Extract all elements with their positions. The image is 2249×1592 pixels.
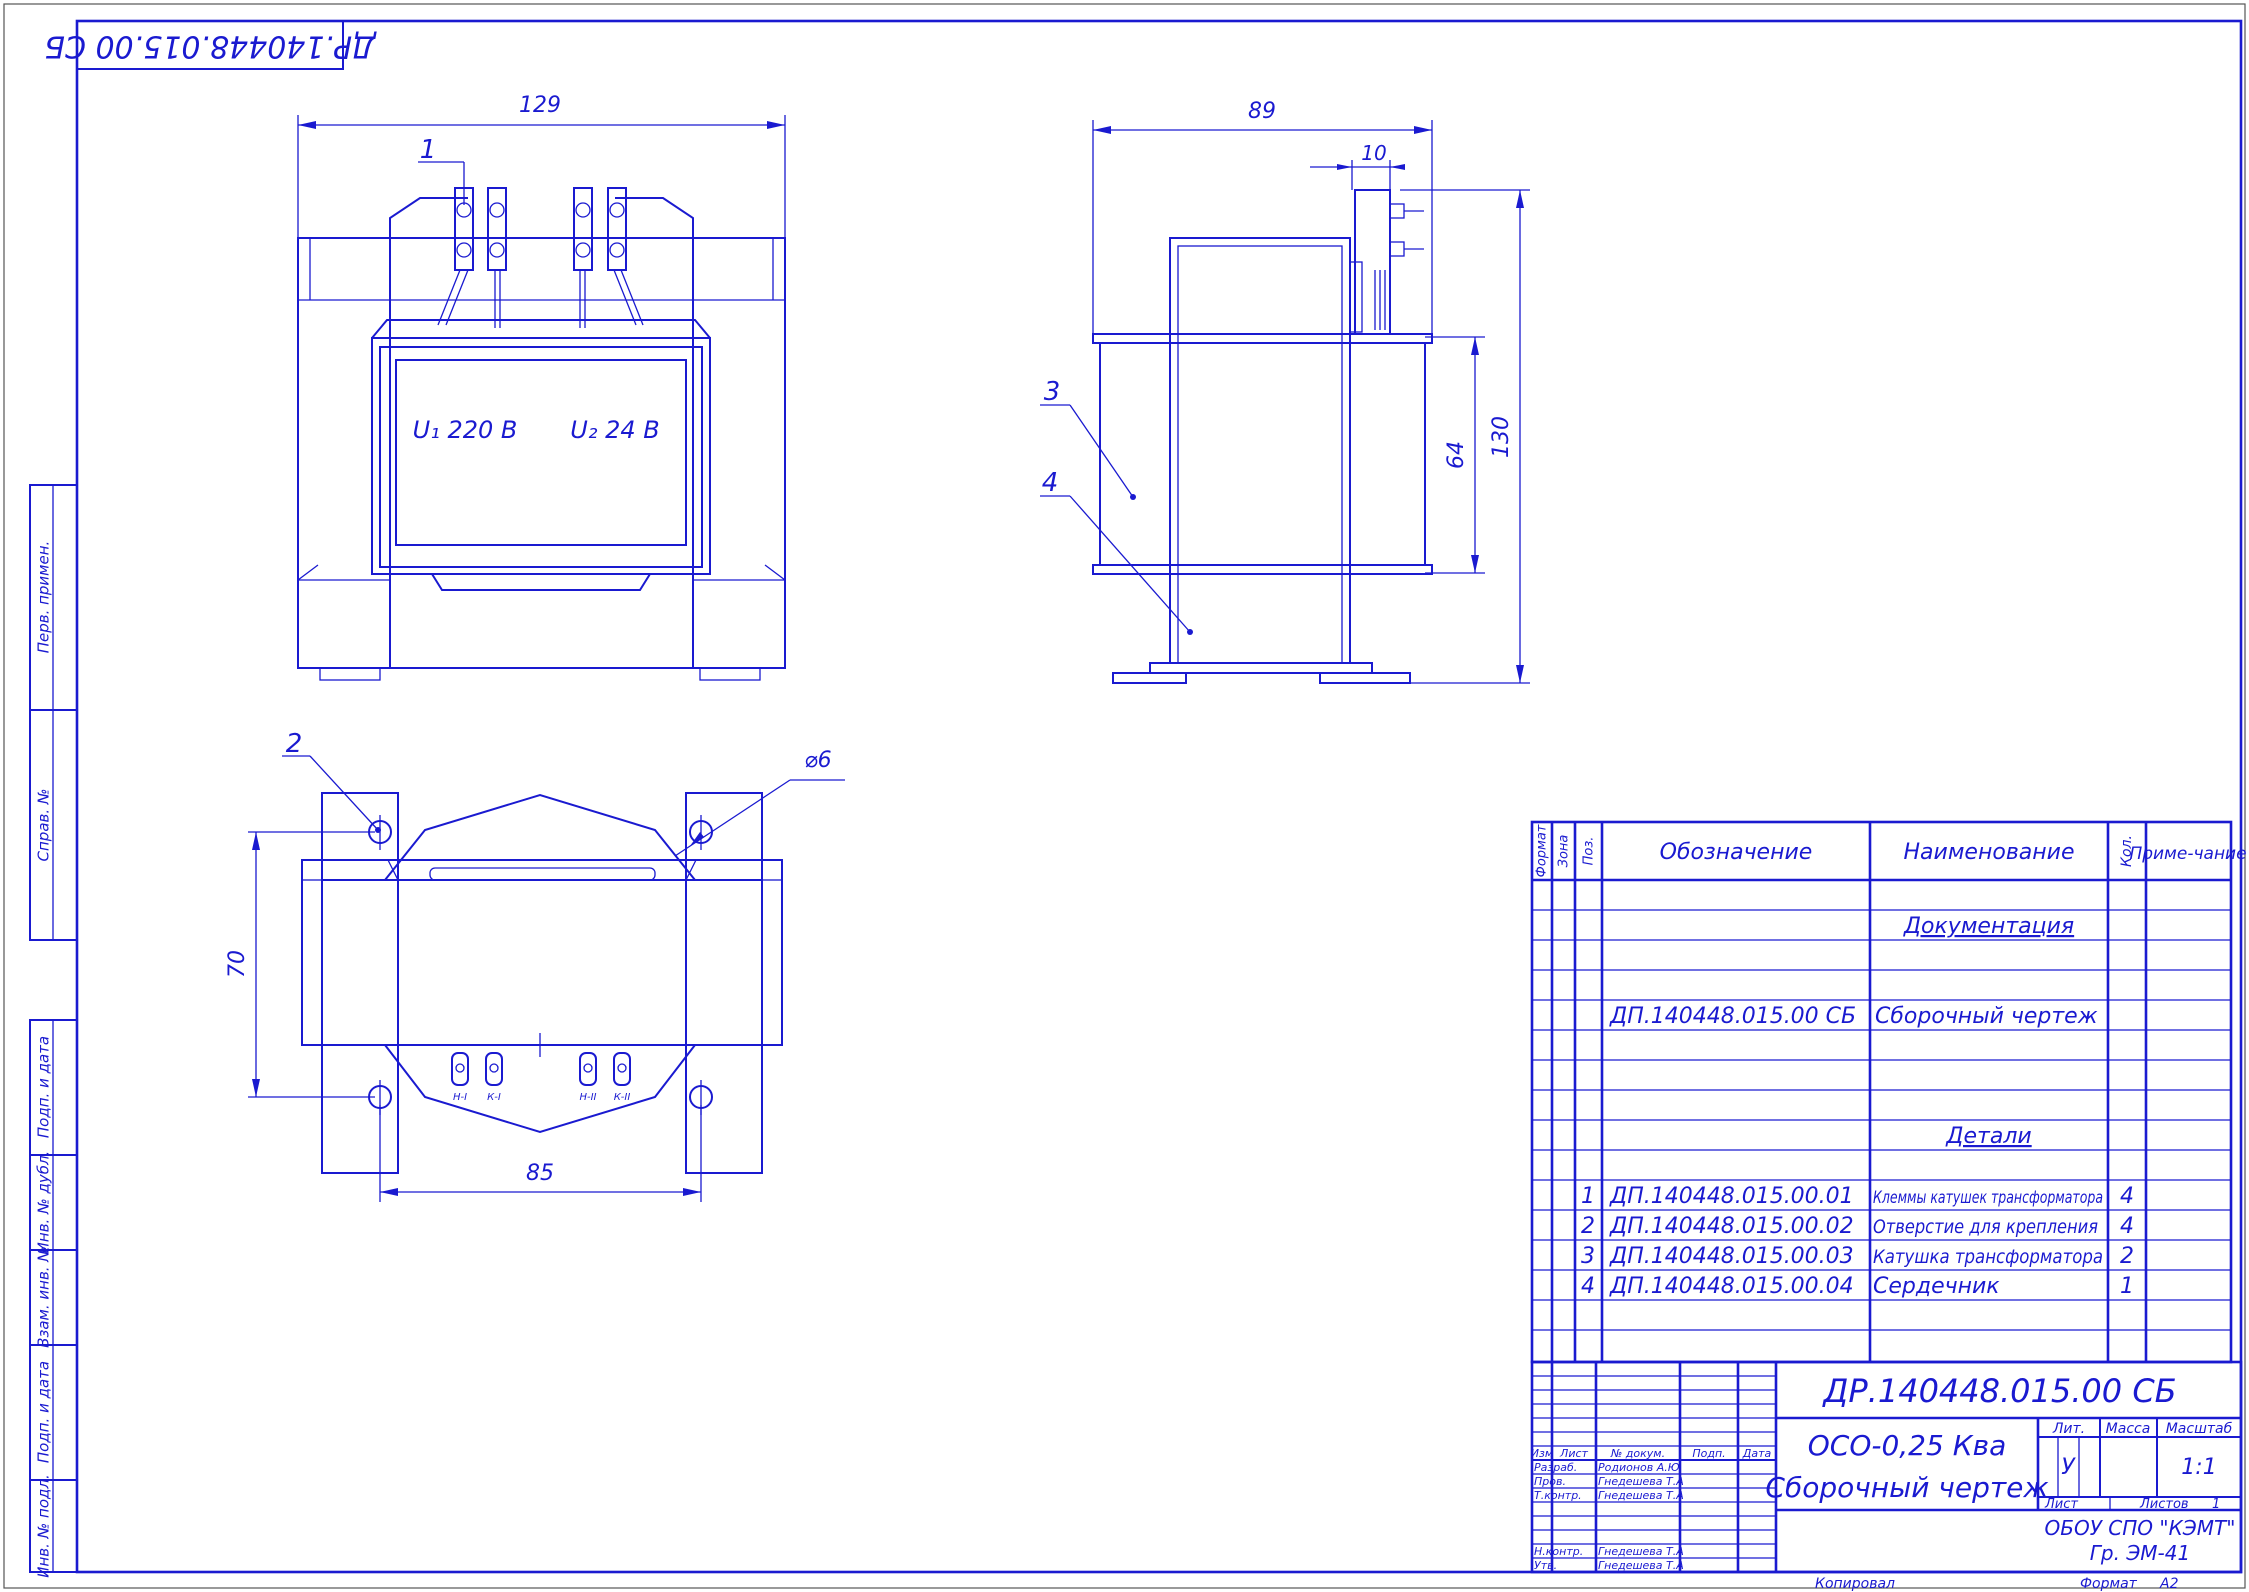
tb-product-line2: Сборочный чертеж: [1765, 1471, 2048, 1504]
tb-role: Пров.: [1534, 1475, 1566, 1488]
tb-org-line1: ОБОУ СПО "КЭМТ": [2045, 1516, 2236, 1540]
tb-person: Гнедешева Т.А: [1598, 1489, 1684, 1502]
title-block: Изм Лист № докум. Подп. Дата Разраб. Род…: [1530, 1360, 2243, 1574]
side-coil-dim: 64: [1444, 441, 1469, 469]
spec-row-name: Сердечник: [1873, 1274, 2000, 1299]
sheet-trim: [3, 3, 2246, 1589]
spec-row-qty: 1: [2120, 1274, 2134, 1299]
front-u2-label: U₂ 24 В: [570, 416, 659, 444]
tb-mass-label: Масса: [2106, 1421, 2151, 1437]
spec-row-qty: 2: [2120, 1244, 2134, 1269]
tb-person: Гнедешева Т.А: [1598, 1475, 1684, 1488]
top-hole-spacing-x: 85: [526, 1161, 554, 1186]
tb-col-data: Дата: [1742, 1447, 1772, 1460]
left-strip: Перв. примен. Справ. № Подп. и дата Инв.…: [29, 484, 78, 1578]
front-u1-label: U₁ 220 В: [413, 416, 518, 444]
spec-header-format: Формат: [1535, 824, 1550, 877]
spec-row-pos: 2: [1581, 1214, 1595, 1239]
callout-1: 1: [420, 135, 437, 165]
spec-row-qty: 4: [2120, 1184, 2134, 1209]
spec-detail-row: 1 ДП.140448.015.00.01 Клеммы катушек тра…: [1581, 1184, 2134, 1209]
strip-label-podp2: Подп. и дата: [35, 1361, 53, 1463]
strip-label-perv: Перв. примен.: [35, 541, 53, 654]
front-view: 129 U₁ 220 В U₂ 24 В 1: [297, 93, 786, 681]
tb-sheet-label: Лист: [2044, 1497, 2078, 1512]
tb-lit-label: Лит.: [2052, 1421, 2085, 1437]
strip-label-sprav: Справ. №: [35, 789, 53, 862]
tb-person: Родионов А.Ю: [1598, 1461, 1680, 1474]
tb-role: Утв.: [1534, 1559, 1557, 1572]
spec-row-designation: ДП.140448.015.00.03: [1609, 1244, 1854, 1269]
side-view: 89 10 130 64 3 4: [1040, 99, 1530, 684]
tb-sheets-label: Листов: [2139, 1497, 2189, 1512]
spec-doc-name: Сборочный чертеж: [1875, 1004, 2098, 1029]
spec-row-qty: 4: [2120, 1214, 2134, 1239]
terminal-label-k1: К-I: [487, 1092, 501, 1103]
spec-header-zone: Зона: [1557, 835, 1572, 868]
top-hole-spacing-y: 70: [225, 950, 250, 978]
spec-doc-designation: ДП.140448.015.00 СБ: [1609, 1004, 1856, 1029]
drawing-frame: [75, 19, 2243, 1574]
front-width-dim: 129: [519, 93, 561, 118]
tb-col-list: Лист: [1559, 1447, 1588, 1460]
callout-2: 2: [286, 729, 303, 759]
side-height-dim: 130: [1489, 416, 1514, 458]
spec-row-name: Отверстие для крепления: [1873, 1216, 2098, 1238]
spec-detail-row: 3 ДП.140448.015.00.03 Катушка трансформа…: [1581, 1244, 2134, 1269]
spec-row-name: Катушка трансформатора: [1873, 1246, 2103, 1268]
callout-3: 3: [1044, 377, 1061, 407]
spec-header-pos: Поз.: [1582, 837, 1597, 866]
tb-lit-value: У: [2061, 1455, 2076, 1480]
tb-doc-code: ДР.140448.015.00 СБ: [1821, 1372, 2176, 1410]
callout-4: 4: [1042, 468, 1059, 498]
spec-row-pos: 3: [1581, 1244, 1595, 1269]
top-hole-diameter: ⌀6: [804, 748, 831, 773]
side-terminal-dim: 10: [1361, 141, 1386, 165]
spec-row-designation: ДП.140448.015.00.01: [1609, 1184, 1854, 1209]
spec-row-pos: 4: [1581, 1274, 1595, 1299]
assembly-drawing-sheet: ДР.140448.015.00 СБ Перв. примен. Справ.…: [3, 3, 2247, 1592]
tb-format-label: Формат: [2080, 1576, 2138, 1592]
spec-row-pos: 1: [1581, 1184, 1595, 1209]
tb-sheets-value: 1: [2212, 1497, 2220, 1512]
tb-scale-value: 1:1: [2181, 1455, 2216, 1480]
spec-section-documentation: Документация: [1903, 914, 2074, 939]
side-depth-dim: 89: [1248, 99, 1276, 124]
spec-row-designation: ДП.140448.015.00.04: [1609, 1274, 1854, 1299]
tb-format-value: А2: [2159, 1576, 2179, 1592]
tb-col-podp: Подп.: [1692, 1447, 1725, 1460]
tb-person: Гнедешева Т.А: [1598, 1559, 1684, 1572]
spec-header-name: Наименование: [1904, 840, 2075, 865]
corner-stamp-text: ДР.140448.015.00 СБ: [44, 29, 377, 64]
strip-label-dubl: Инв. № дубл.: [35, 1151, 53, 1254]
tb-product-line1: ОСО-0,25 Ква: [1808, 1429, 2007, 1462]
spec-detail-row: 4 ДП.140448.015.00.04 Сердечник 1: [1581, 1274, 2134, 1299]
terminal-label-k2: К-II: [614, 1092, 631, 1103]
spec-row-name: Клеммы катушек трансформатора: [1873, 1188, 2103, 1208]
spec-header-designation: Обозначение: [1660, 840, 1813, 865]
tb-role: Разраб.: [1534, 1461, 1577, 1474]
spec-detail-row: 2 ДП.140448.015.00.02 Отверстие для креп…: [1581, 1214, 2134, 1239]
tb-role: Н.контр.: [1534, 1545, 1583, 1558]
tb-scale-label: Масштаб: [2166, 1421, 2233, 1437]
tb-org-line2: Гр. ЭМ-41: [2090, 1541, 2190, 1565]
spec-section-details: Детали: [1945, 1124, 2031, 1149]
strip-label-podp1: Подп. и дата: [35, 1036, 53, 1138]
tb-col-ndoc: № докум.: [1610, 1447, 1665, 1460]
tb-col-izm: Изм: [1531, 1447, 1553, 1460]
tb-role: Т.контр.: [1534, 1489, 1582, 1502]
spec-row-designation: ДП.140448.015.00.02: [1609, 1214, 1854, 1239]
spec-header-note: Приме-чание: [2129, 844, 2246, 864]
terminal-label-n1: Н-I: [453, 1092, 467, 1103]
tb-person: Гнедешева Т.А: [1598, 1545, 1684, 1558]
tb-copied-label: Копировал: [1815, 1576, 1895, 1592]
corner-stamp: ДР.140448.015.00 СБ: [44, 20, 378, 70]
top-view: Н-I К-I Н-II К-II 70 85 ⌀6 2: [225, 729, 845, 1202]
strip-label-podl: Инв. № подл.: [35, 1474, 53, 1577]
strip-label-vzam: Взам. инв. №: [35, 1246, 53, 1348]
spec-table: Формат Зона Поз. Обозначение Наименовани…: [1530, 820, 2247, 1364]
terminal-label-n2: Н-II: [579, 1092, 596, 1103]
